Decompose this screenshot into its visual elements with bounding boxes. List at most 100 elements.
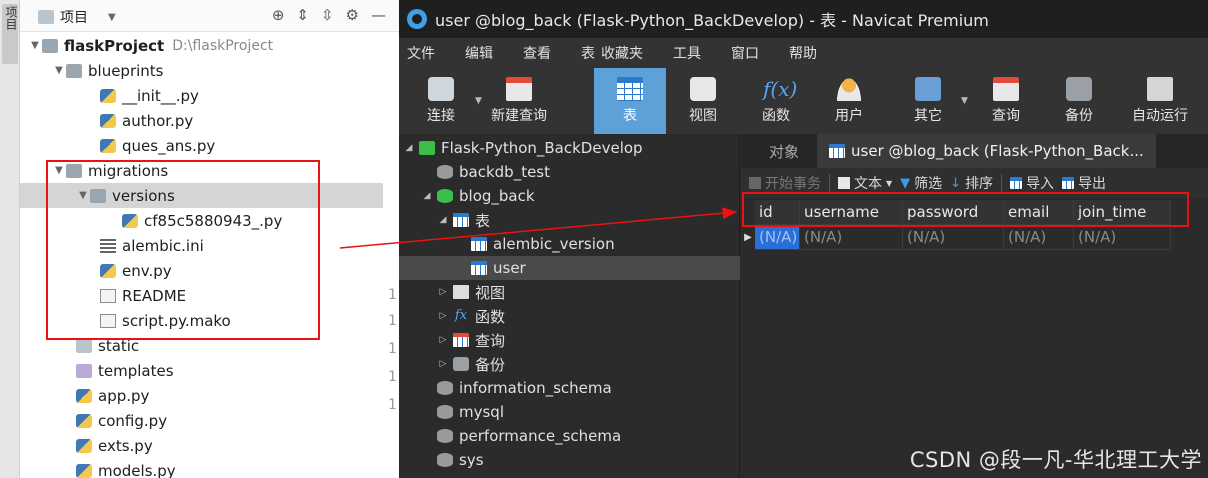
menu-table[interactable]: 表	[581, 43, 595, 63]
project-tool-tab-label: 项目	[4, 6, 18, 30]
tree-item-functions-group[interactable]: ▷ fx 函数	[399, 304, 740, 328]
grid-cell-id[interactable]: (N/A)	[755, 225, 800, 250]
grid-cell-username[interactable]: (N/A)	[800, 225, 903, 250]
tree-item-author-py[interactable]: author.py	[100, 108, 193, 133]
tree-item-label: mysql	[459, 403, 504, 421]
table-group-icon	[453, 213, 469, 227]
tree-item-label: exts.py	[98, 436, 153, 455]
chevron-down-icon[interactable]: ▼	[886, 179, 892, 188]
tree-item-label: __init__.py	[122, 86, 199, 105]
tree-item-label: 表	[475, 211, 491, 230]
tree-item-queries-group[interactable]: ▷ 查询	[399, 328, 740, 352]
folder-icon	[42, 38, 58, 53]
expand-arrow-icon[interactable]: ◢	[437, 215, 449, 225]
watermark: CSDN @段一凡-华北理工大学	[909, 448, 1202, 472]
menu-view[interactable]: 查看	[523, 43, 551, 63]
tree-item-exts-py[interactable]: exts.py	[76, 433, 153, 458]
project-tool-tab[interactable]: 项目	[2, 4, 18, 64]
tree-item-views-group[interactable]: ▷ 视图	[399, 280, 740, 304]
toolbar-automation-button[interactable]: 自动运行	[1117, 68, 1203, 134]
tree-item-label: config.py	[98, 411, 168, 430]
tree-item-label: 备份	[475, 355, 506, 374]
chevron-down-icon[interactable]: ▼	[475, 96, 482, 106]
tree-item-init-py[interactable]: __init__.py	[100, 83, 199, 108]
tree-item-blueprints[interactable]: ▼ blueprints	[52, 58, 163, 83]
locate-icon[interactable]: ⊕	[272, 6, 285, 24]
export-icon	[1062, 177, 1075, 189]
tree-item-models-py[interactable]: models.py	[76, 458, 176, 478]
toolbar-table-button[interactable]: 表	[594, 68, 666, 134]
tab-user-table[interactable]: user @blog_back (Flask-Python_Back...	[817, 134, 1156, 168]
menu-file[interactable]: 文件	[407, 43, 435, 63]
menu-tools[interactable]: 工具	[673, 43, 701, 63]
expand-arrow-icon[interactable]: ◢	[403, 143, 415, 153]
collapse-arrow-icon[interactable]: ▷	[437, 335, 449, 345]
toolbar-connect-button[interactable]: 连接	[405, 68, 477, 134]
tree-item-blog-back[interactable]: ◢ blog_back	[399, 184, 740, 208]
query-icon	[993, 77, 1019, 101]
toolbar-other-button[interactable]: 其它	[892, 68, 964, 134]
text-button[interactable]: 文本 ▼	[838, 173, 892, 193]
ide-project-header: 项目 ▼ ⊕ ⇕ ⇳ ⚙ —	[20, 0, 400, 32]
import-button[interactable]: 导入	[1010, 173, 1054, 193]
menu-help[interactable]: 帮助	[789, 43, 817, 63]
begin-transaction-button[interactable]: 开始事务	[749, 173, 821, 193]
tree-item-connection[interactable]: ◢ Flask-Python_BackDevelop	[399, 136, 740, 160]
backup-icon	[1066, 77, 1092, 101]
expand-arrow-icon[interactable]: ▼	[52, 65, 66, 76]
export-button[interactable]: 导出	[1062, 173, 1106, 193]
tree-item-information-schema[interactable]: information_schema	[399, 376, 740, 400]
toolbar-function-button[interactable]: f(x) 函数	[740, 68, 812, 134]
tree-item-label: 函数	[475, 307, 506, 326]
collapse-arrow-icon[interactable]: ▷	[437, 287, 449, 297]
toolbar-new-query-button[interactable]: 新建查询	[483, 68, 555, 134]
minimize-icon[interactable]: —	[371, 6, 386, 24]
python-file-icon	[100, 113, 116, 128]
grid-cell-email[interactable]: (N/A)	[1004, 225, 1074, 250]
tree-item-sys[interactable]: sys	[399, 448, 740, 472]
menu-window[interactable]: 窗口	[731, 43, 759, 63]
grid-cell-join-time[interactable]: (N/A)	[1074, 225, 1171, 250]
collapse-arrow-icon[interactable]: ▷	[437, 311, 449, 321]
tree-item-flaskproject[interactable]: ▼ flaskProject D:\flaskProject	[28, 33, 273, 58]
collapse-all-icon[interactable]: ⇳	[321, 6, 334, 24]
menu-edit[interactable]: 编辑	[465, 43, 493, 63]
chevron-down-icon[interactable]: ▼	[108, 12, 116, 23]
filter-button[interactable]: ▼ 筛选	[900, 173, 942, 193]
expand-all-icon[interactable]: ⇕	[296, 6, 309, 24]
toolbar-query-button[interactable]: 查询	[970, 68, 1042, 134]
filter-icon: ▼	[900, 175, 911, 191]
tree-item-templates[interactable]: templates	[76, 358, 174, 383]
navicat-title-bar: user @blog_back (Flask-Python_BackDevelo…	[399, 0, 1208, 38]
tree-item-user-table[interactable]: user	[399, 256, 740, 280]
tree-item-mysql[interactable]: mysql	[399, 400, 740, 424]
table-row[interactable]: ▶ (N/A) (N/A) (N/A) (N/A) (N/A)	[741, 225, 1171, 250]
tree-item-alembic-version[interactable]: alembic_version	[399, 232, 740, 256]
tree-item-backdb-test[interactable]: backdb_test	[399, 160, 740, 184]
table-icon	[829, 144, 846, 158]
ide-side-strip: 项目	[0, 0, 20, 478]
table-icon	[471, 261, 487, 275]
function-icon: f(x)	[763, 77, 798, 101]
toolbar-user-button[interactable]: 用户	[813, 68, 885, 134]
tree-item-tables-group[interactable]: ◢ 表	[399, 208, 740, 232]
tree-item-performance-schema[interactable]: performance_schema	[399, 424, 740, 448]
tab-objects[interactable]: 对象	[741, 134, 817, 168]
expand-arrow-icon[interactable]: ▼	[28, 40, 42, 51]
gear-icon[interactable]: ⚙	[346, 6, 359, 24]
collapse-arrow-icon[interactable]: ▷	[437, 359, 449, 369]
sort-button[interactable]: ↓ 排序	[950, 173, 993, 193]
chevron-down-icon[interactable]: ▼	[961, 96, 968, 106]
tree-item-ques-ans-py[interactable]: ques_ans.py	[100, 133, 215, 158]
toolbar-view-button[interactable]: 视图	[667, 68, 739, 134]
menu-favorites[interactable]: 收藏夹	[601, 43, 643, 63]
tab-label: user @blog_back (Flask-Python_Back...	[851, 142, 1144, 160]
expand-arrow-icon[interactable]: ◢	[421, 191, 433, 201]
editor-gutter-line-number: 1	[388, 313, 397, 329]
tree-item-config-py[interactable]: config.py	[76, 408, 167, 433]
toolbar-backup-button[interactable]: 备份	[1043, 68, 1115, 134]
tree-item-label: app.py	[98, 386, 150, 405]
grid-cell-password[interactable]: (N/A)	[903, 225, 1004, 250]
tree-item-backups-group[interactable]: ▷ 备份	[399, 352, 740, 376]
tree-item-app-py[interactable]: app.py	[76, 383, 149, 408]
